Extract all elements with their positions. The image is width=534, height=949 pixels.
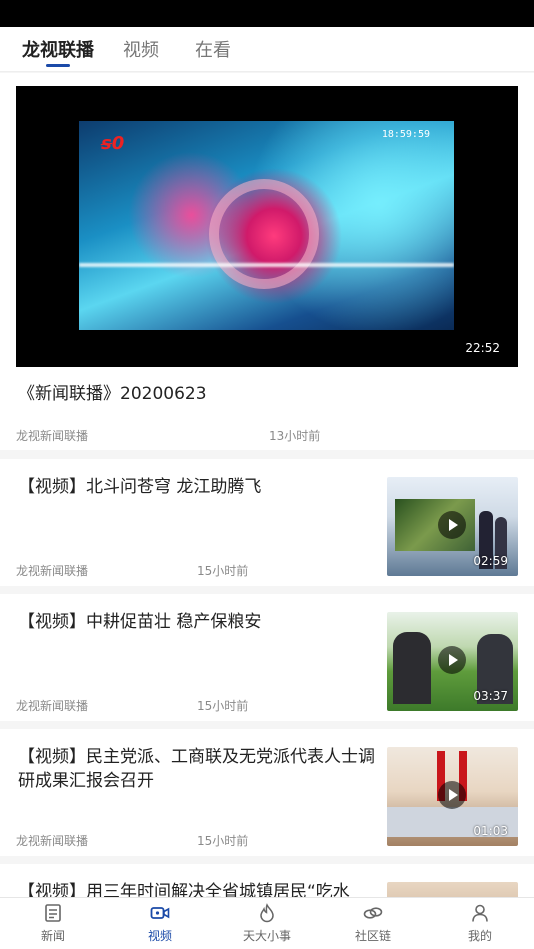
list-item[interactable]: 【视频】北斗问苍穹 龙江助腾飞 龙视新闻联播 15小时前 02:59 [0, 459, 534, 586]
news-feed[interactable]: ꞩ0 18:59:59 22:52 《新闻联播》20200623 龙视新闻联播 … [0, 73, 534, 897]
video-duration: 22:52 [465, 341, 500, 355]
nav-label: 社区链 [354, 929, 391, 943]
video-thumbnail[interactable]: 01:03 [387, 747, 518, 846]
nav-profile[interactable]: 我的 [435, 898, 525, 949]
frame-graphic [209, 179, 319, 289]
nav-label: 新闻 [40, 929, 65, 943]
item-title: 【视频】用三年时间解决全省城镇居民“吃水 [18, 882, 350, 897]
item-source: 龙视新闻联播 [16, 564, 89, 578]
thumbnail-duration: 02:59 [473, 554, 508, 568]
item-time: 15小时前 [197, 699, 249, 713]
item-source: 龙视新闻联播 [16, 834, 89, 848]
list-item[interactable]: 【视频】民主党派、工商联及无党派代表人士调研成果汇报会召开 龙视新闻联播 15小… [0, 729, 534, 856]
list-item[interactable]: 【视频】用三年时间解决全省城镇居民“吃水 [0, 864, 534, 897]
nav-video[interactable]: 视频 [115, 898, 205, 949]
nav-label: 我的 [467, 929, 492, 943]
tab-longshi-lianbo[interactable]: 龙视联播 [22, 36, 94, 62]
video-player[interactable]: ꞩ0 18:59:59 22:52 [16, 86, 518, 367]
status-bar [0, 0, 534, 27]
play-icon[interactable] [438, 511, 466, 539]
active-tab-indicator [46, 64, 70, 67]
featured-title[interactable]: 《新闻联播》20200623 [18, 379, 207, 404]
top-tab-bar: 龙视联播 视频 在看 [0, 27, 534, 72]
news-icon [45, 904, 61, 922]
thumbnail-duration: 01:03 [473, 824, 508, 838]
frame-clock: 18:59:59 [381, 129, 430, 140]
item-title: 【视频】民主党派、工商联及无党派代表人士调研成果汇报会召开 [18, 747, 375, 791]
item-title: 【视频】中耕促苗壮 稳产保粮安 [18, 612, 262, 632]
play-icon[interactable] [438, 781, 466, 809]
play-icon[interactable] [438, 646, 466, 674]
featured-time: 13小时前 [269, 429, 321, 443]
video-thumbnail[interactable]: 03:37 [387, 612, 518, 711]
nav-community[interactable]: 社区链 [328, 898, 418, 949]
link-icon [363, 907, 383, 919]
video-thumbnail[interactable]: 02:59 [387, 477, 518, 576]
list-item[interactable]: 【视频】中耕促苗壮 稳产保粮安 龙视新闻联播 15小时前 03:37 [0, 594, 534, 721]
item-time: 15小时前 [197, 564, 249, 578]
tab-video[interactable]: 视频 [123, 36, 159, 62]
thumbnail-duration: 03:37 [473, 689, 508, 703]
bottom-nav: 新闻 视频 天大小事 社区链 我的 [0, 897, 534, 949]
video-camera-icon [150, 907, 170, 919]
flame-icon [260, 903, 274, 923]
video-frame: ꞩ0 18:59:59 [79, 121, 454, 330]
featured-source: 龙视新闻联播 [16, 429, 89, 443]
nav-news[interactable]: 新闻 [8, 898, 98, 949]
nav-trending[interactable]: 天大小事 [222, 898, 312, 949]
item-source: 龙视新闻联播 [16, 699, 89, 713]
person-icon [472, 904, 488, 922]
thumb-person [393, 632, 431, 704]
item-title: 【视频】北斗问苍穹 龙江助腾飞 [18, 477, 262, 497]
tab-watching[interactable]: 在看 [195, 36, 231, 62]
video-thumbnail[interactable] [387, 882, 518, 897]
channel-logo: ꞩ0 [101, 133, 125, 154]
featured-video-card[interactable]: ꞩ0 18:59:59 22:52 《新闻联播》20200623 龙视新闻联播 … [0, 73, 534, 450]
nav-label: 天大小事 [242, 929, 291, 943]
nav-label: 视频 [147, 929, 172, 943]
frame-light-streak [79, 263, 454, 267]
item-time: 15小时前 [197, 834, 249, 848]
